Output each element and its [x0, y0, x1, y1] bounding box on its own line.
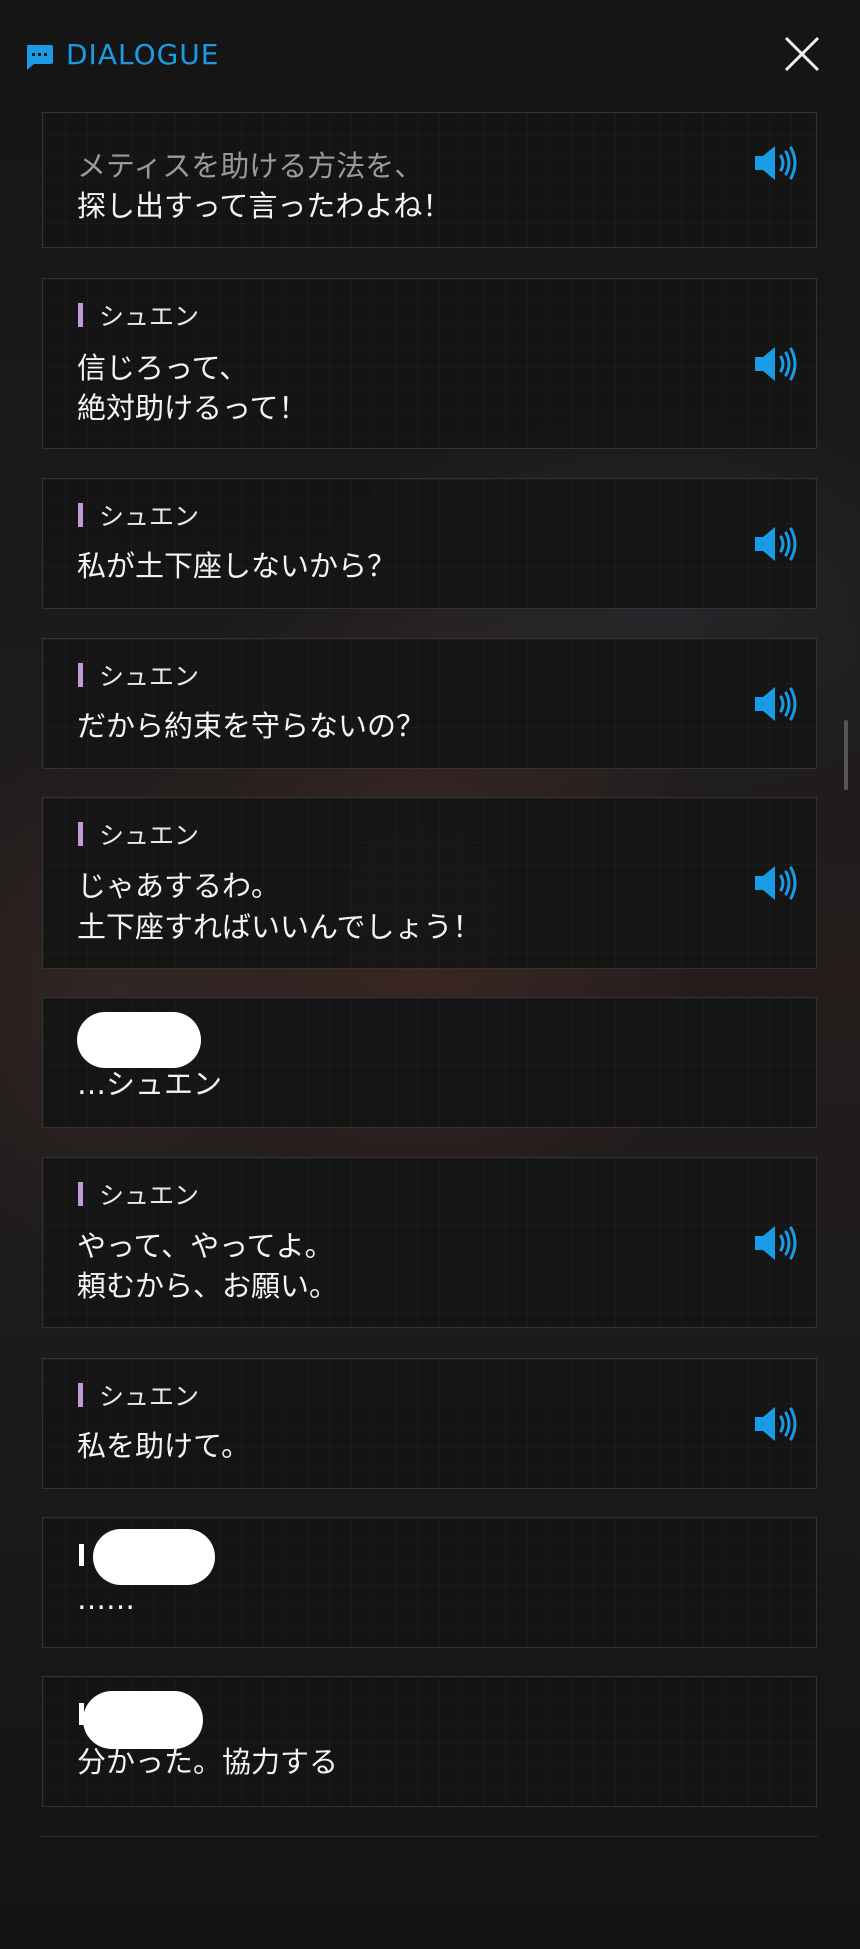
- voice-play-icon[interactable]: [753, 143, 799, 183]
- dialogue-line: 絶対助けるって！: [77, 391, 308, 425]
- speaker-bar: [79, 1544, 84, 1566]
- speaker-tag: シュエン: [78, 499, 199, 531]
- speaker-name: シュエン: [99, 1382, 200, 1411]
- redacted-speaker-name: [93, 1529, 215, 1585]
- dialogue-line: 土下座すればいいんでしょう！: [77, 910, 482, 944]
- voice-play-icon[interactable]: [753, 1223, 799, 1263]
- dialogue-entry: シュエン 私を助けて。: [42, 1358, 817, 1489]
- dialogue-line: ……: [77, 1582, 135, 1616]
- dialogue-line: 信じろって、: [77, 351, 249, 385]
- redacted-speaker-name: [77, 1012, 201, 1068]
- speaker-tag: シュエン: [78, 659, 199, 691]
- speaker-name: シュエン: [99, 1181, 200, 1210]
- voice-play-icon[interactable]: [753, 344, 799, 384]
- close-icon[interactable]: [782, 34, 822, 74]
- dialogue-line: 頼むから、お願い。: [77, 1269, 339, 1303]
- dialogue-line: だから約束を守らないの？: [77, 709, 426, 743]
- speaker-tag: シュエン: [78, 1178, 199, 1210]
- dialogue-line: 分かった。協力する: [77, 1745, 339, 1779]
- speaker-name: シュエン: [99, 502, 200, 531]
- dialogue-line: 探し出すって言ったわよね！: [77, 189, 452, 223]
- speaker-bar: [78, 303, 83, 327]
- dialogue-entry: シュエン だから約束を守らないの？: [42, 638, 817, 769]
- speaker-bar: [78, 503, 83, 527]
- list-end-divider: [40, 1836, 818, 1837]
- voice-play-icon[interactable]: [753, 684, 799, 724]
- voice-play-icon[interactable]: [753, 863, 799, 903]
- speaker-tag: シュエン: [78, 299, 199, 331]
- dialogue-title: DIALOGUE: [66, 38, 220, 71]
- speaker-bar: [78, 1383, 83, 1407]
- dialogue-entry: メティスを助ける方法を、 探し出すって言ったわよね！: [42, 112, 817, 248]
- dialogue-entry: シュエン 私が土下座しないから？: [42, 478, 817, 609]
- speaker-tag: シュエン: [78, 1379, 199, 1411]
- speaker-bar: [78, 1182, 83, 1206]
- voice-play-icon[interactable]: [753, 524, 799, 564]
- dialogue-entry: シュエン やって、やってよ。 頼むから、お願い。: [42, 1157, 817, 1328]
- speaker-name: シュエン: [99, 302, 200, 331]
- dialogue-entry: 分かった。協力する: [42, 1676, 817, 1807]
- speaker-tag: シュエン: [78, 818, 199, 850]
- dialogue-line: やって、やってよ。: [77, 1229, 334, 1263]
- dialogue-line: 私を助けて。: [77, 1429, 251, 1463]
- scrollbar-thumb[interactable]: [844, 720, 848, 790]
- dialogue-entry: シュエン じゃあするわ。 土下座すればいいんでしょう！: [42, 797, 817, 969]
- speaker-name: シュエン: [99, 821, 200, 850]
- dialogue-line: …シュエン: [77, 1067, 223, 1101]
- dialogue-line: じゃあするわ。: [77, 869, 281, 903]
- speaker-bar: [78, 822, 83, 846]
- speaker-bar: [78, 663, 83, 687]
- dialogue-entry: ……: [42, 1517, 817, 1648]
- dialogue-entry: …シュエン: [42, 997, 817, 1128]
- dialogue-line: 私が土下座しないから？: [77, 549, 397, 583]
- dialogue-line: メティスを助ける方法を、: [77, 149, 424, 183]
- dialogue-entry: シュエン 信じろって、 絶対助けるって！: [42, 278, 817, 449]
- voice-play-icon[interactable]: [753, 1404, 799, 1444]
- chat-bubble-icon: [26, 45, 53, 70]
- speaker-name: シュエン: [99, 662, 200, 691]
- dialogue-header: DIALOGUE: [0, 0, 860, 112]
